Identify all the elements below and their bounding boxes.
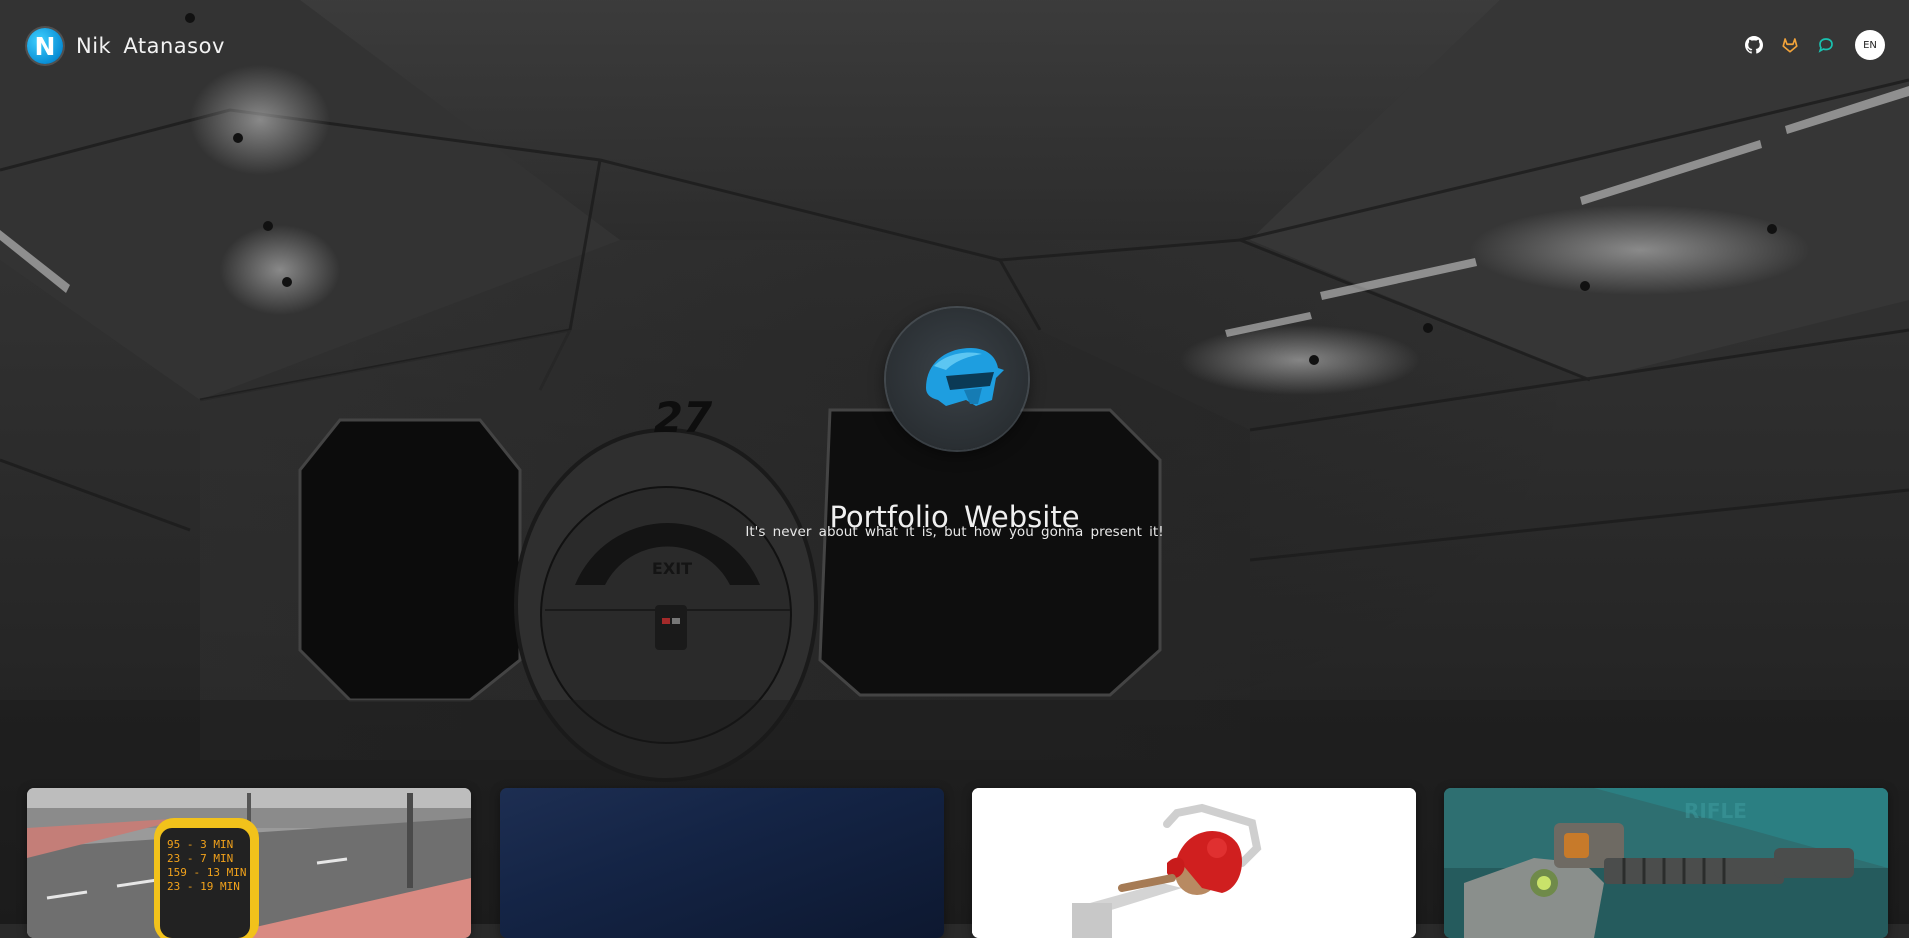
navbar: N Nik Atanasov EN	[0, 0, 1909, 90]
hero-background: EXIT 27	[0, 0, 1909, 924]
svg-text:EXIT: EXIT	[652, 559, 692, 578]
character-render-image	[972, 788, 1416, 938]
helmet-icon	[926, 348, 1004, 406]
brand-link[interactable]: N Nik Atanasov	[27, 28, 225, 64]
avatar	[886, 308, 1028, 450]
brand-logo: N	[27, 28, 63, 64]
project-card-dark-gradient[interactable]	[500, 788, 944, 938]
display-line-1: 95 - 3 MIN	[167, 838, 233, 851]
display-line-2: 23 - 7 MIN	[167, 852, 233, 865]
hero-subtitle: It's never about what it is, but how you…	[745, 524, 1164, 540]
nav-icons: EN	[1729, 30, 1885, 60]
gun-render-image: RIFLE	[1444, 788, 1888, 938]
bus-stop-image: 95 - 3 MIN 23 - 7 MIN 159 - 13 MIN 23 - …	[27, 788, 471, 938]
github-icon[interactable]	[1743, 34, 1765, 56]
project-card-character[interactable]	[972, 788, 1416, 938]
language-toggle-button[interactable]: EN	[1855, 30, 1885, 60]
chat-icon[interactable]	[1815, 34, 1837, 56]
display-line-4: 23 - 19 MIN	[167, 880, 240, 893]
brand-name: Nik Atanasov	[76, 34, 225, 58]
project-card-gun[interactable]: RIFLE	[1444, 788, 1888, 938]
project-card-bus-stop[interactable]: 95 - 3 MIN 23 - 7 MIN 159 - 13 MIN 23 - …	[27, 788, 471, 938]
display-line-3: 159 - 13 MIN	[167, 866, 246, 879]
brand-logo-letter: N	[34, 31, 56, 61]
gitlab-icon[interactable]	[1779, 34, 1801, 56]
svg-text:27: 27	[654, 393, 713, 442]
svg-text:RIFLE: RIFLE	[1684, 799, 1747, 823]
corridor-scene: EXIT 27	[0, 0, 1909, 924]
